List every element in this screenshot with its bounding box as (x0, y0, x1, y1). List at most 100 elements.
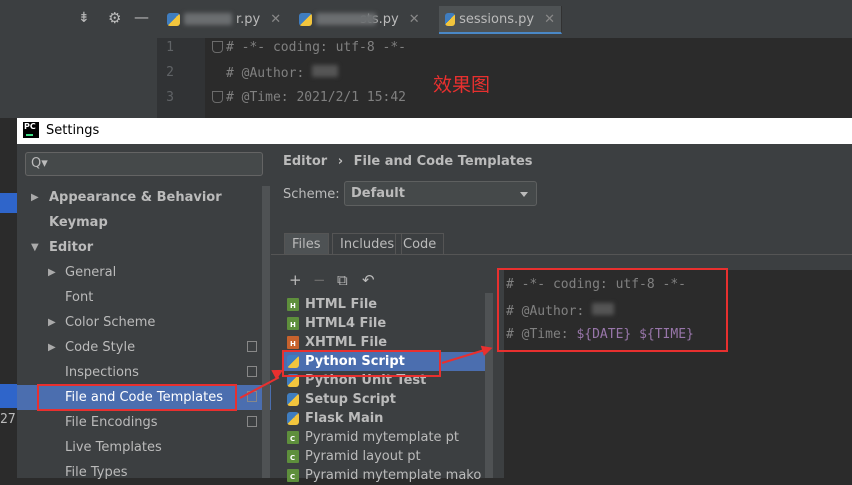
search-icon: Q▾ (31, 156, 48, 171)
list-item[interactable]: Setup Script (284, 390, 493, 409)
line-number: 2 (166, 65, 174, 80)
tree-item-font[interactable]: Font (17, 285, 271, 310)
fold-icon[interactable] (212, 41, 223, 53)
background-selection (0, 193, 17, 213)
settings-title-bar[interactable]: PC Settings (17, 118, 852, 144)
tree-item-file-types[interactable]: File Types (17, 460, 271, 485)
expand-arrow-icon[interactable]: ▶ (48, 260, 56, 285)
tree-item-label: Appearance & Behavior (49, 190, 222, 205)
list-item[interactable]: Flask Main (284, 409, 493, 428)
python-file-icon (287, 393, 299, 406)
code-text: # @Author: (226, 66, 305, 81)
tree-item-color-scheme[interactable]: ▶ Color Scheme (17, 310, 271, 335)
python-file-icon (299, 12, 312, 26)
close-icon[interactable]: ✕ (270, 12, 281, 27)
editor-tab-label: r.py (236, 11, 261, 27)
expand-arrow-icon[interactable]: ▶ (48, 335, 56, 360)
settings-search-input[interactable]: Q▾ (25, 152, 263, 176)
mako-file-icon: C (287, 469, 299, 482)
list-item[interactable]: C Pyramid mytemplate pt (284, 428, 493, 447)
expand-arrow-icon[interactable]: ▶ (31, 185, 39, 210)
editor-tab[interactable]: r.py ✕ (161, 6, 300, 32)
tree-item-general[interactable]: ▶ General (17, 260, 271, 285)
breadcrumb-current: File and Code Templates (353, 154, 533, 169)
redacted-filename (184, 13, 232, 25)
sidebar-scrollbar[interactable] (262, 186, 270, 478)
expand-arrow-icon[interactable]: ▶ (48, 310, 56, 335)
xhtml-file-icon: H (287, 336, 299, 349)
chevron-down-icon (520, 192, 528, 197)
tree-item-file-encodings[interactable]: File Encodings (17, 410, 271, 435)
tree-item-label: General (65, 265, 117, 280)
template-label: Pyramid mytemplate pt (305, 430, 460, 445)
template-label: Pyramid layout pt (305, 449, 421, 464)
code-line[interactable]: # @Time: 2021/2/1 15:42 (226, 90, 406, 105)
python-file-icon (167, 12, 180, 26)
fold-icon[interactable] (212, 91, 223, 103)
tree-item-appearance[interactable]: ▶ Appearance & Behavior (17, 185, 271, 210)
minimize-icon[interactable]: — (134, 8, 149, 26)
tree-item-label: Keymap (49, 215, 108, 230)
collapse-arrow-icon[interactable]: ▼ (31, 235, 39, 260)
add-icon[interactable]: + (289, 271, 302, 289)
collapse-icon[interactable]: ⇟ (78, 10, 90, 26)
window-title: Settings (46, 123, 100, 138)
scheme-dropdown[interactable]: Default (344, 181, 537, 206)
templates-list: H HTML File H HTML4 File H XHTML File Pytho… (284, 293, 493, 483)
project-copy-icon (247, 366, 257, 377)
tree-item-keymap[interactable]: Keymap (17, 210, 271, 235)
project-panel (0, 38, 157, 118)
scheme-value: Default (351, 186, 405, 201)
list-item[interactable]: H HTML File (284, 295, 493, 314)
project-toolbar: ⇟ ⚙ — (0, 0, 157, 39)
editor-tab-active[interactable]: sessions.py ✕ (439, 6, 562, 34)
tab-divider (271, 254, 852, 255)
list-item[interactable]: C Pyramid mytemplate mako (284, 466, 493, 485)
html-file-icon: H (287, 298, 299, 311)
gear-icon[interactable]: ⚙ (108, 9, 121, 27)
project-copy-icon (247, 341, 257, 352)
tree-item-label: Code Style (65, 340, 136, 355)
project-copy-icon (247, 416, 257, 427)
list-item[interactable]: H HTML4 File (284, 314, 493, 333)
redacted-author (312, 65, 339, 77)
tab-includes[interactable]: Includes (332, 233, 403, 255)
python-file-icon (287, 412, 299, 425)
highlight-box (37, 384, 237, 411)
editor-tab[interactable]: sts.py ✕ (293, 6, 446, 32)
line-gutter: 1 2 3 (157, 38, 205, 118)
annotation-label: 效果图 (433, 74, 491, 96)
templates-scrollbar[interactable] (485, 293, 493, 478)
breadcrumb-separator: › (337, 154, 344, 169)
tree-item-live-templates[interactable]: Live Templates (17, 435, 271, 460)
highlight-box (282, 350, 441, 377)
tree-item-inspections[interactable]: Inspections (17, 360, 271, 385)
tab-files[interactable]: Files (284, 233, 329, 255)
template-label: HTML4 File (305, 316, 387, 331)
close-icon[interactable]: ✕ (544, 12, 555, 27)
editor-tab-label: sessions.py (459, 11, 535, 27)
template-label: Pyramid mytemplate mako (305, 468, 482, 483)
reset-icon[interactable]: ↶ (362, 271, 375, 289)
list-item[interactable]: C Pyramid layout pt (284, 447, 493, 466)
scheme-label: Scheme: (283, 187, 340, 202)
html-file-icon: H (287, 317, 299, 330)
python-file-icon (445, 12, 456, 26)
close-icon[interactable]: ✕ (409, 12, 420, 27)
tree-item-label: Editor (49, 240, 94, 255)
tree-item-label: File Types (65, 465, 128, 480)
code-line[interactable]: # -*- coding: utf-8 -*- (226, 40, 406, 55)
line-number: 3 (166, 90, 174, 105)
tree-item-label: File Encodings (65, 415, 158, 430)
copy-icon[interactable]: ⧉ (337, 271, 348, 289)
code-line[interactable]: # @Author: (226, 65, 339, 81)
tree-item-editor[interactable]: ▼ Editor (17, 235, 271, 260)
tree-item-code-style[interactable]: ▶ Code Style (17, 335, 271, 360)
tab-code[interactable]: Code (395, 233, 445, 255)
breadcrumb: Editor › File and Code Templates (283, 154, 533, 169)
tree-item-label: Color Scheme (65, 315, 156, 330)
remove-icon[interactable]: − (313, 271, 326, 289)
highlight-box (497, 268, 728, 352)
pycharm-logo-icon: PC (23, 122, 39, 138)
template-label: Flask Main (305, 411, 384, 426)
